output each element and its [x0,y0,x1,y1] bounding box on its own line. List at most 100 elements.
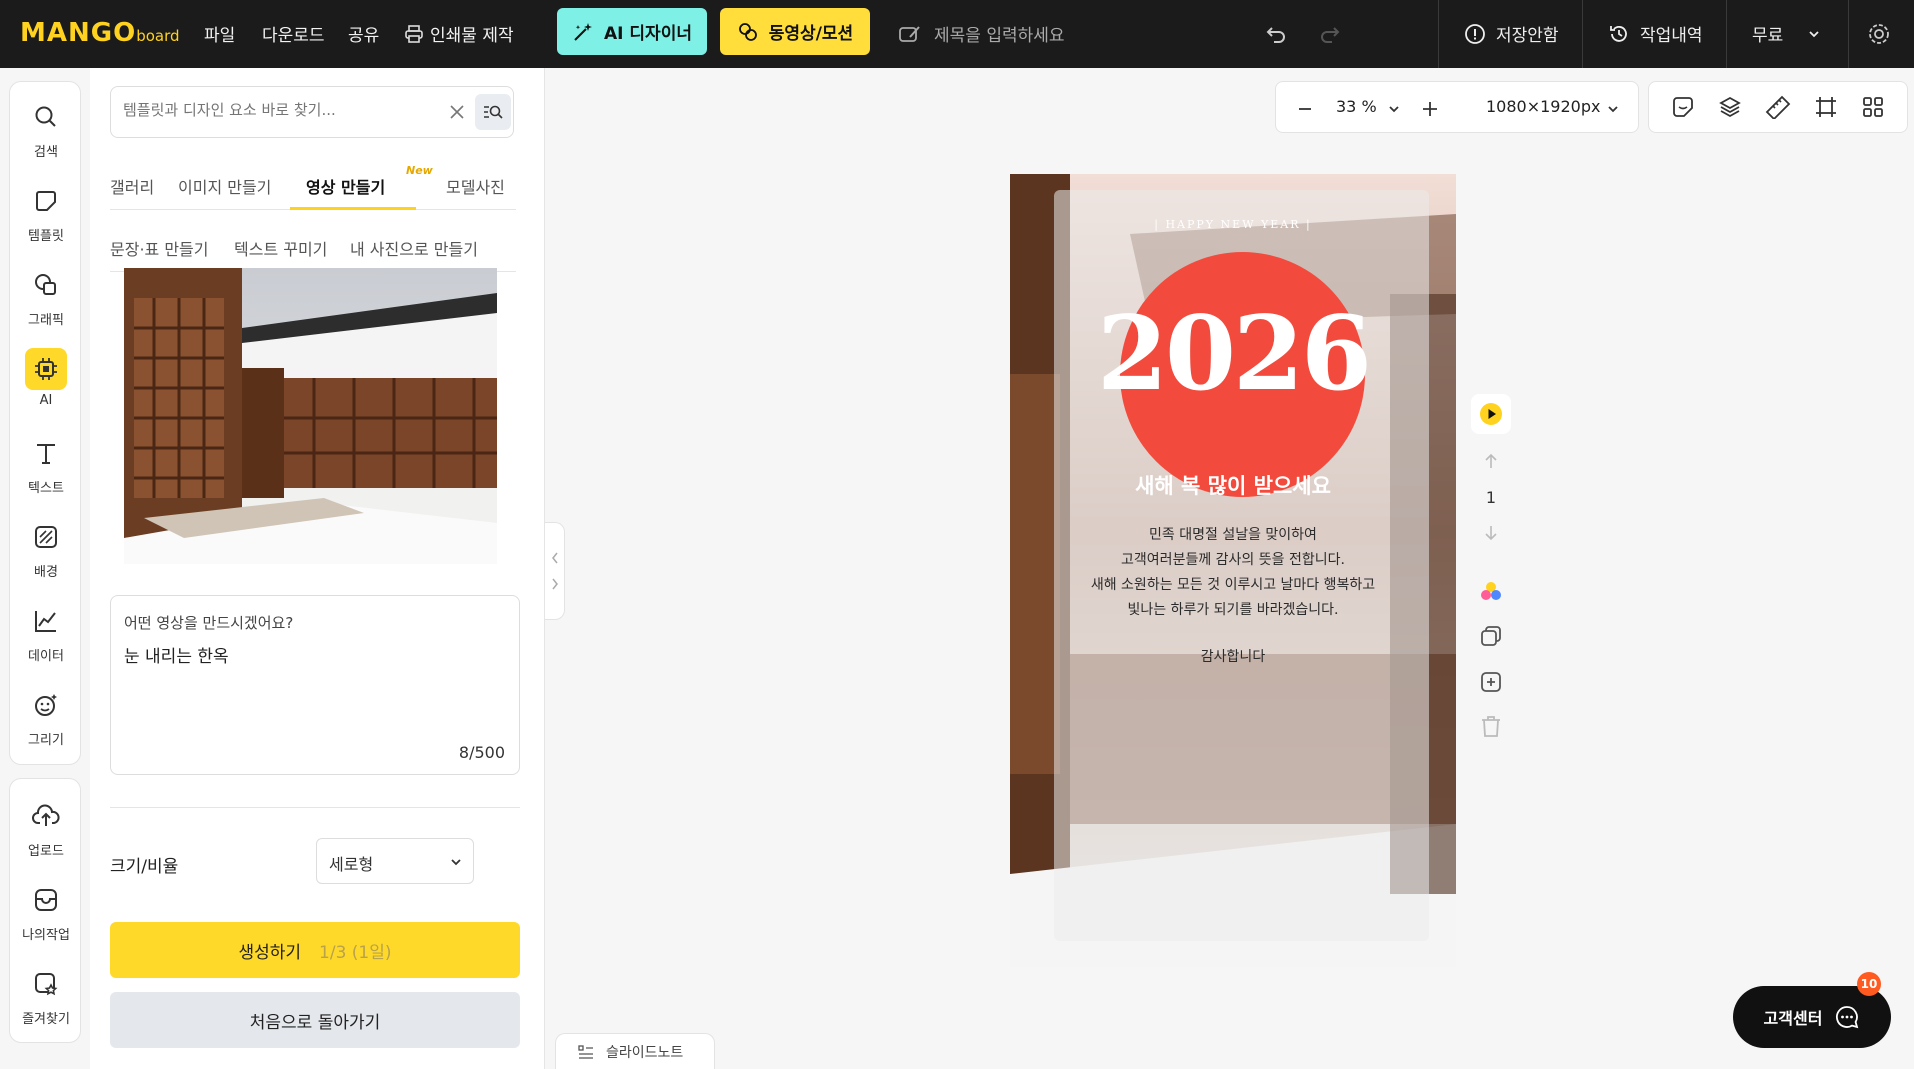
settings-gear-icon[interactable] [1866,21,1892,47]
rail-graphic[interactable]: 그래픽 [10,264,82,328]
rail-ai[interactable]: AI [10,348,82,408]
title-input[interactable]: 제목을 입력하세요 [898,21,1065,46]
rail-label: 즐겨찾기 [22,1012,70,1027]
generate-label: 생성하기 [238,942,302,963]
search-filter-button[interactable] [475,94,511,130]
magic-wand-icon [574,22,593,41]
duplicate-icon[interactable] [1479,624,1503,648]
video-preview-image[interactable] [124,268,497,564]
list-search-icon [484,105,503,119]
canvas-size[interactable]: 1080×1920px [1486,97,1600,116]
save-status[interactable]: 저장안함 [1464,21,1559,46]
video-motion-button[interactable]: 동영상/모션 [720,8,870,55]
menu-print[interactable]: 인쇄물 제작 [404,21,514,46]
rail-favorites[interactable]: 즐겨찾기 [10,963,82,1027]
favorites-icon [25,963,67,1005]
zoom-percent[interactable]: 33 % [1336,97,1377,116]
left-rail-secondary: 업로드 나의작업 즐겨찾기 [9,778,81,1043]
body-line: 민족 대명절 설날을 맞이하여 [1149,527,1317,543]
menu-download[interactable]: 다운로드 [262,21,325,46]
prompt-input[interactable]: 눈 내리는 한옥 [124,642,229,667]
rail-template[interactable]: 템플릿 [10,180,82,244]
rail-my-work[interactable]: 나의작업 [10,879,82,943]
design-canvas[interactable]: | HAPPY NEW YEAR | 2026 새해 복 많이 받으세요 민족 … [1010,174,1456,967]
divider [1726,0,1727,68]
rail-text[interactable]: 텍스트 [10,432,82,496]
ruler-icon[interactable] [1765,95,1791,119]
tab-gallery[interactable]: 갤러리 [110,174,154,198]
rail-label: 검색 [34,145,58,160]
rail-label: 업로드 [28,844,64,859]
zoom-out-icon[interactable] [1298,102,1312,116]
menu-file[interactable]: 파일 [204,21,235,46]
rail-data[interactable]: 데이터 [10,600,82,664]
happy-new-year-text[interactable]: | HAPPY NEW YEAR | [1010,218,1456,231]
ai-chip-icon [25,348,67,390]
save-status-label: 저장안함 [1496,26,1559,46]
size-select[interactable]: 세로형 [316,838,474,884]
add-page-icon[interactable] [1479,670,1503,694]
back-label: 처음으로 돌아가기 [249,1012,381,1033]
menu-share[interactable]: 공유 [348,21,379,46]
rail-upload[interactable]: 업로드 [10,795,82,859]
chevron-down-icon[interactable] [1606,102,1620,116]
size-value: 세로형 [329,855,374,874]
divider [1438,0,1439,68]
subtab-text-deco[interactable]: 텍스트 꾸미기 [234,236,327,260]
layers-icon[interactable] [1718,95,1742,119]
video-rings-icon [738,22,757,41]
text-icon [25,432,67,474]
back-to-start-button[interactable]: 처음으로 돌아가기 [110,992,520,1048]
zoom-in-icon[interactable] [1422,101,1438,117]
thanks-text[interactable]: 감사합니다 [1010,646,1456,666]
search-icon [25,96,67,138]
rail-label: 나의작업 [22,928,70,943]
undo-icon[interactable] [1264,22,1288,46]
title-placeholder: 제목을 입력하세요 [934,26,1065,46]
history-button[interactable]: 작업내역 [1608,21,1703,46]
tab-video[interactable]: 영상 만들기 [306,174,385,198]
prompt-box[interactable]: 어떤 영상을 만드시겠어요? 눈 내리는 한옥 8/500 [110,595,520,775]
chevron-down-icon [1809,30,1819,37]
page-controls: 1 [1471,392,1511,742]
panel-collapse-handle[interactable] [545,522,565,620]
subtab-my-photo[interactable]: 내 사진으로 만들기 [350,236,478,260]
logo[interactable]: MANGOboard [20,18,180,48]
arrow-down-icon[interactable] [1484,525,1498,541]
zoom-bar: 33 % 1080×1920px [1275,81,1639,133]
fit-frame-icon[interactable] [1814,95,1838,119]
play-button[interactable] [1471,394,1511,434]
clear-icon[interactable] [449,104,465,120]
left-rail: 검색 템플릿 그래픽 AI 텍스트 배경 데이터 그리기 [9,81,81,765]
customer-center-button[interactable]: 고객센터 10 [1733,972,1891,1048]
tab-model[interactable]: 모델사진 [446,174,505,198]
rail-search[interactable]: 검색 [10,96,82,160]
greeting-text[interactable]: 새해 복 많이 받으세요 [1010,470,1456,500]
color-palette-icon[interactable] [1479,580,1503,604]
edit-title-icon [899,25,920,42]
chevron-right-icon [551,578,558,590]
slide-note-tab[interactable]: 슬라이드노트 [555,1033,715,1069]
redo-icon[interactable] [1318,22,1342,46]
size-label: 크기/비율 [110,857,179,877]
history-label: 작업내역 [1640,26,1703,46]
body-text[interactable]: 민족 대명절 설날을 맞이하여 고객여러분들께 감사의 뜻을 전합니다. 새해 … [1010,523,1456,623]
subtab-sentence[interactable]: 문장·표 만들기 [110,236,209,260]
search-input[interactable] [123,101,423,119]
trash-icon[interactable] [1480,714,1502,738]
year-text[interactable]: 2026 [1010,294,1456,414]
tab-image[interactable]: 이미지 만들기 [178,174,271,198]
arrow-up-icon[interactable] [1484,453,1498,469]
generate-button[interactable]: 생성하기 1/3 (1일) [110,922,520,978]
rail-draw[interactable]: 그리기 [10,684,82,748]
ai-designer-button[interactable]: AI 디자이너 [557,8,707,55]
plan-dropdown[interactable]: 무료 [1752,21,1821,46]
notes-list-icon [578,1044,593,1059]
sticker-icon[interactable] [1671,95,1695,119]
grid-view-icon[interactable] [1861,95,1885,119]
chevron-down-icon[interactable] [1387,102,1401,116]
prompt-label: 어떤 영상을 만드시겠어요? [124,614,294,632]
chart-icon [25,600,67,642]
rail-background[interactable]: 배경 [10,516,82,580]
divider [110,807,520,808]
